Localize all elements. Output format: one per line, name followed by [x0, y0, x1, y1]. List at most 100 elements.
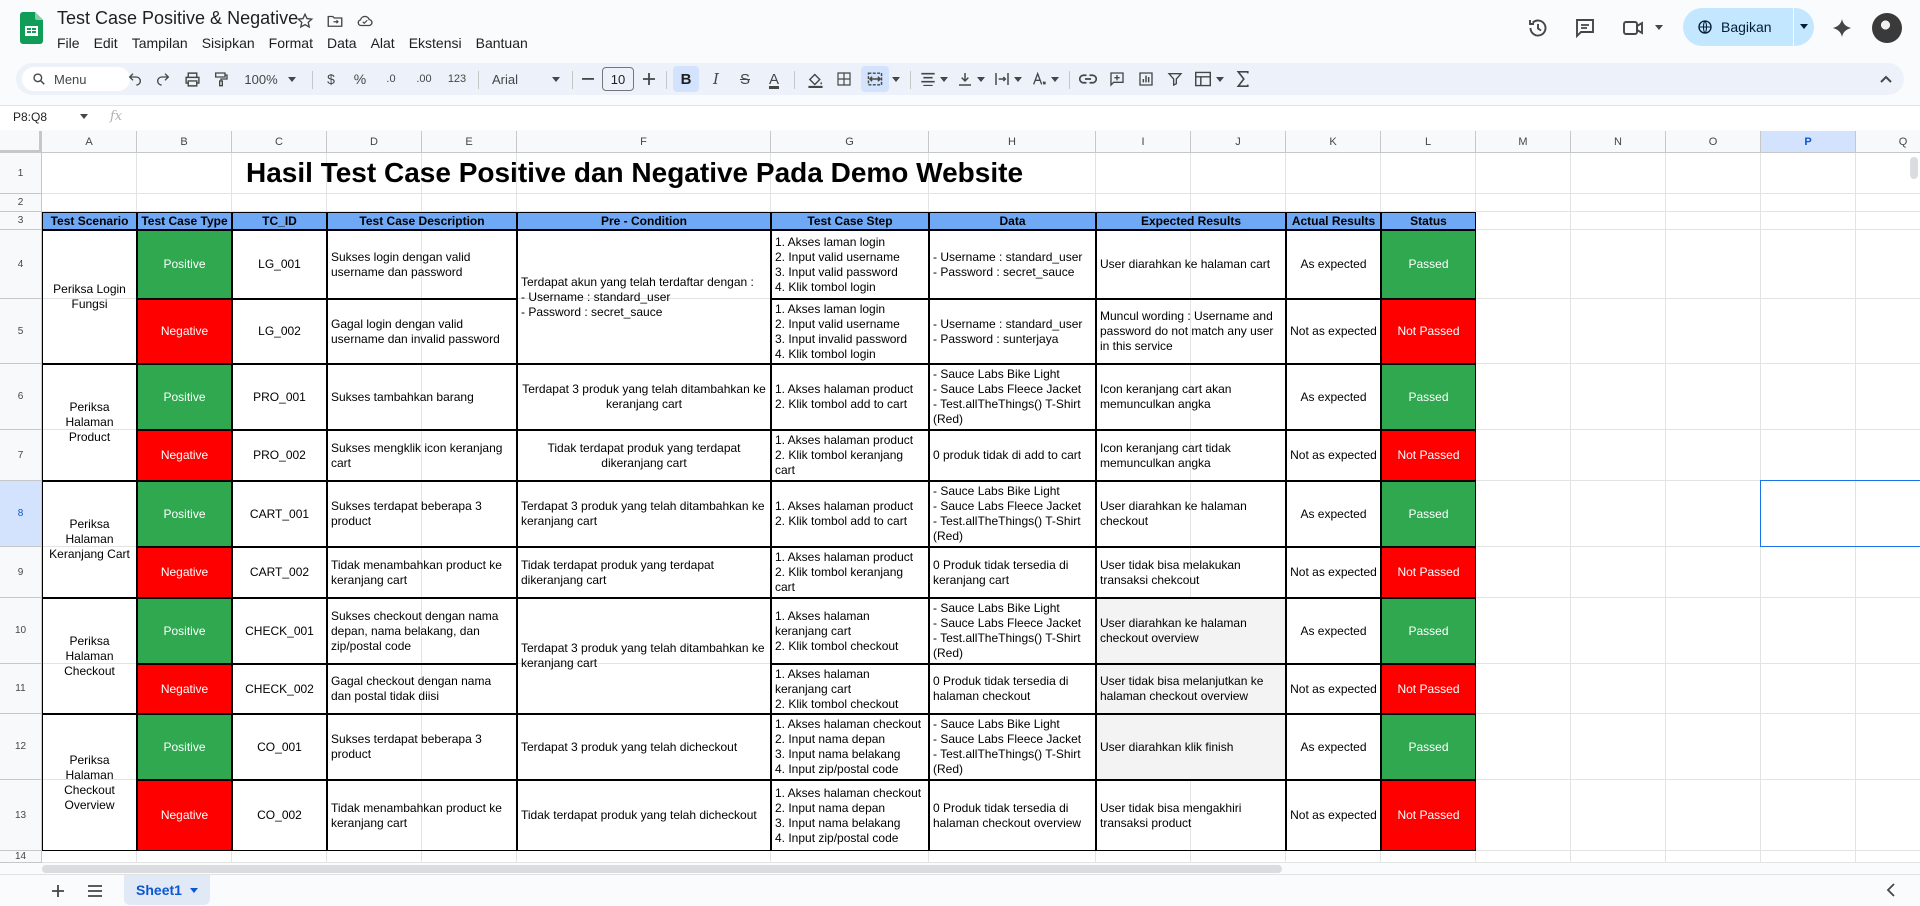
tc-id-cell[interactable]: CHECK_001 [232, 598, 327, 664]
expected-result-cell[interactable]: Icon keranjang cart tidak memunculkan an… [1096, 430, 1286, 481]
menu-format[interactable]: Format [262, 33, 320, 53]
zoom-select[interactable]: 100% [242, 63, 298, 95]
column-header[interactable]: L [1381, 131, 1476, 153]
name-box-dropdown-icon[interactable] [80, 114, 88, 119]
menu-help[interactable]: Bantuan [469, 33, 535, 53]
star-icon[interactable] [296, 12, 314, 30]
expected-result-cell[interactable]: User tidak bisa melakukan transaksi chek… [1096, 547, 1286, 598]
version-history-icon[interactable] [1526, 16, 1550, 40]
status-cell[interactable]: Passed [1381, 481, 1476, 547]
test-step-cell[interactable]: 1. Akses laman login 2. Input valid user… [771, 299, 929, 364]
sheet-tab-sheet1[interactable]: Sheet1 [124, 875, 210, 905]
expected-result-cell[interactable]: User diarahkan klik finish [1096, 714, 1286, 780]
data-cell[interactable]: - Sauce Labs Bike Light - Sauce Labs Fle… [929, 481, 1096, 547]
test-step-cell[interactable]: 1. Akses halaman product 2. Klik tombol … [771, 430, 929, 481]
table-header-cell[interactable]: Data [929, 212, 1096, 230]
chevron-left-icon[interactable] [1886, 883, 1896, 897]
table-header-cell[interactable]: Expected Results [1096, 212, 1286, 230]
status-cell[interactable]: Not Passed [1381, 547, 1476, 598]
borders-button[interactable] [832, 63, 856, 95]
test-case-type-cell[interactable]: Positive [137, 714, 232, 780]
row-header[interactable]: 4 [0, 230, 42, 299]
tc-id-cell[interactable]: CART_001 [232, 481, 327, 547]
test-case-type-cell[interactable]: Negative [137, 664, 232, 714]
precondition-cell[interactable]: Tidak terdapat produk yang terdapat dike… [517, 430, 771, 481]
tc-id-cell[interactable]: CO_002 [232, 780, 327, 851]
gemini-spark-icon[interactable] [1831, 17, 1853, 39]
menu-edit[interactable]: Edit [87, 33, 125, 53]
merge-cells-button[interactable] [861, 66, 889, 92]
description-cell[interactable]: Sukses login dengan valid username dan p… [327, 230, 517, 299]
status-cell[interactable]: Not Passed [1381, 299, 1476, 364]
italic-button[interactable]: I [704, 63, 728, 95]
bold-button[interactable]: B [673, 66, 699, 92]
description-cell[interactable]: Sukses terdapat beberapa 3 product [327, 481, 517, 547]
document-title[interactable]: Test Case Positive & Negative [57, 8, 298, 29]
description-cell[interactable]: Gagal checkout dengan nama dan postal ti… [327, 664, 517, 714]
row-header[interactable]: 1 [0, 153, 42, 194]
description-cell[interactable]: Sukses checkout dengan nama depan, nama … [327, 598, 517, 664]
horizontal-scrollbar[interactable] [42, 865, 1282, 873]
status-cell[interactable]: Passed [1381, 364, 1476, 430]
text-wrap-button[interactable] [991, 63, 1025, 95]
row-header[interactable]: 10 [0, 598, 42, 664]
actual-result-cell[interactable]: As expected [1286, 481, 1381, 547]
data-cell[interactable]: 0 Produk tidak tersedia di keranjang car… [929, 547, 1096, 598]
column-header[interactable]: D [327, 131, 422, 153]
all-sheets-menu-icon[interactable] [86, 883, 104, 899]
spreadsheet-grid[interactable]: A B C D E F G H I J K L M N O P Q 1 2 3 4 5 6 7 8 9 10 11 12 13 14 Hasi… [0, 131, 1920, 863]
actual-result-cell[interactable]: As expected [1286, 714, 1381, 780]
precondition-cell[interactable]: Terdapat 3 produk yang telah dicheckout [517, 714, 771, 780]
row-header[interactable]: 6 [0, 364, 42, 430]
tc-id-cell[interactable]: CHECK_002 [232, 664, 327, 714]
meet-dropdown-icon[interactable] [1655, 25, 1663, 31]
precondition-cell[interactable]: Terdapat 3 produk yang telah ditambahkan… [517, 364, 771, 430]
increase-decimal-button[interactable]: .00 [409, 63, 439, 95]
actual-result-cell[interactable]: Not as expected [1286, 780, 1381, 851]
data-cell[interactable]: - Username : standard_user - Password : … [929, 230, 1096, 299]
decrease-decimal-button[interactable]: .0 [379, 63, 403, 95]
test-step-cell[interactable]: 1. Akses halaman keranjang cart 2. Klik … [771, 598, 929, 664]
table-header-cell[interactable]: Status [1381, 212, 1476, 230]
test-scenario-cell[interactable]: Periksa Halaman Checkout [42, 598, 137, 714]
menu-search-input[interactable]: Menu [22, 67, 130, 91]
font-size-input[interactable]: 10 [602, 67, 634, 91]
expected-result-cell[interactable]: Icon keranjang cart akan memunculkan ang… [1096, 364, 1286, 430]
column-header[interactable]: Q [1856, 131, 1920, 153]
test-scenario-cell[interactable]: Periksa Halaman Keranjang Cart [42, 481, 137, 598]
sheets-logo-icon[interactable] [20, 12, 43, 44]
menu-view[interactable]: Tampilan [125, 33, 195, 53]
filter-views-button[interactable] [1192, 63, 1226, 95]
test-scenario-cell[interactable]: Periksa Login Fungsi [42, 230, 137, 364]
actual-result-cell[interactable]: As expected [1286, 364, 1381, 430]
test-case-type-cell[interactable]: Positive [137, 230, 232, 299]
status-cell[interactable]: Passed [1381, 598, 1476, 664]
column-header[interactable]: B [137, 131, 232, 153]
test-step-cell[interactable]: 1. Akses halaman product 2. Klik tombol … [771, 481, 929, 547]
merge-dropdown[interactable] [890, 63, 902, 95]
status-cell[interactable]: Not Passed [1381, 664, 1476, 714]
precondition-cell[interactable]: Terdapat 3 produk yang telah ditambahkan… [517, 598, 771, 714]
expected-result-cell[interactable]: Muncul wording : Username and password d… [1096, 299, 1286, 364]
number-format-button[interactable]: 123 [444, 63, 470, 95]
column-header[interactable]: M [1476, 131, 1571, 153]
paint-format-button[interactable] [209, 63, 233, 95]
insert-link-button[interactable] [1076, 63, 1100, 95]
test-case-type-cell[interactable]: Negative [137, 299, 232, 364]
column-header[interactable]: N [1571, 131, 1666, 153]
cell-selection[interactable] [1760, 480, 1920, 547]
expected-result-cell[interactable]: User tidak bisa mengakhiri transaksi pro… [1096, 780, 1286, 851]
row-header[interactable]: 11 [0, 664, 42, 714]
row-header[interactable]: 3 [0, 212, 42, 230]
test-case-type-cell[interactable]: Positive [137, 598, 232, 664]
test-step-cell[interactable]: 1. Akses halaman keranjang cart 2. Klik … [771, 664, 929, 714]
description-cell[interactable]: Tidak menambahkan product ke keranjang c… [327, 547, 517, 598]
column-header[interactable]: J [1191, 131, 1286, 153]
table-header-cell[interactable]: Test Case Type [137, 212, 232, 230]
percent-format-button[interactable]: % [349, 63, 371, 95]
test-step-cell[interactable]: 1. Akses halaman product 2. Klik tombol … [771, 364, 929, 430]
status-cell[interactable]: Passed [1381, 714, 1476, 780]
menu-tools[interactable]: Alat [364, 33, 402, 53]
test-case-type-cell[interactable]: Negative [137, 780, 232, 851]
test-case-type-cell[interactable]: Negative [137, 430, 232, 481]
